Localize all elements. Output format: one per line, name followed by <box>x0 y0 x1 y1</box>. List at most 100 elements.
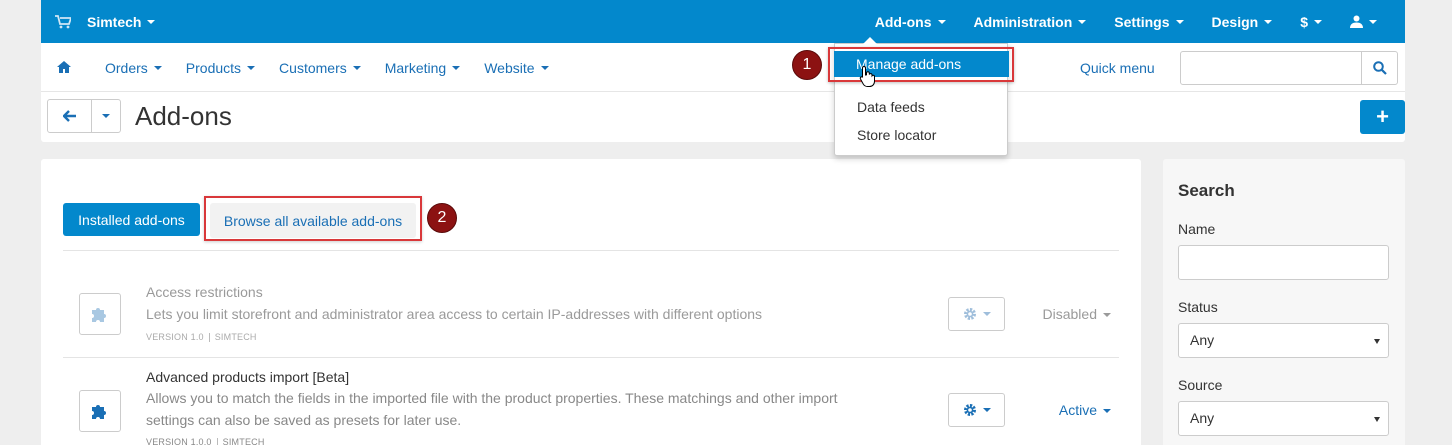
chevron-down-icon <box>982 408 991 412</box>
addon-icon-box <box>79 390 121 432</box>
addon-name[interactable]: Advanced products import [Beta] <box>146 369 349 385</box>
chevron-down-icon <box>1264 19 1273 24</box>
addon-status-dropdown[interactable]: Disabled <box>1043 306 1111 322</box>
top-nav-label: $ <box>1300 13 1308 30</box>
search-icon <box>1372 61 1387 75</box>
top-nav: Add-ons Administration Settings Design $ <box>861 0 1405 43</box>
chevron-down-icon <box>1175 19 1184 24</box>
addon-version: VERSION 1.0 <box>146 332 204 342</box>
global-search <box>1180 51 1398 85</box>
top-nav-design[interactable]: Design <box>1198 0 1287 43</box>
addon-status: Active <box>1058 402 1097 418</box>
chevron-down-icon <box>1369 19 1377 24</box>
top-nav-administration[interactable]: Administration <box>960 0 1101 43</box>
addon-version: VERSION 1.0.0 <box>146 437 212 445</box>
step-badge-2: 2 <box>427 203 457 233</box>
top-nav-label: Administration <box>973 13 1073 30</box>
hand-cursor-icon <box>859 65 875 87</box>
nav-website[interactable]: Website <box>472 43 560 92</box>
top-nav-settings[interactable]: Settings <box>1100 0 1197 43</box>
chevron-down-icon <box>153 65 162 70</box>
main-nav: Orders Products Customers Marketing Webs… <box>93 43 561 92</box>
addon-vendor: SIMTECH <box>214 332 257 342</box>
global-search-input[interactable] <box>1181 52 1361 84</box>
divider <box>63 357 1119 358</box>
divider <box>63 250 1119 251</box>
top-bar: Simtech Add-ons Administration Settings … <box>41 0 1405 43</box>
step-badge-1: 1 <box>792 50 822 80</box>
highlight-box-browse-addons <box>204 196 422 241</box>
user-icon <box>1350 15 1363 28</box>
menu-item-data-feeds[interactable]: Data feeds <box>835 94 1007 120</box>
chevron-down-icon <box>982 312 991 316</box>
nav-orders[interactable]: Orders <box>93 43 174 92</box>
status-label: Status <box>1178 299 1218 315</box>
addon-description: Allows you to match the fields in the im… <box>146 387 886 431</box>
plus-icon: + <box>1376 104 1389 129</box>
addon-description: Lets you limit storefront and administra… <box>146 306 763 322</box>
top-nav-label: Add-ons <box>874 13 932 30</box>
top-nav-label: Settings <box>1114 13 1170 30</box>
source-select[interactable]: Any <box>1178 401 1389 436</box>
nav-label: Orders <box>105 59 148 76</box>
chevron-down-icon <box>1103 313 1111 318</box>
history-dropdown-button[interactable] <box>92 100 120 132</box>
source-select-value: Any <box>1190 410 1215 426</box>
chevron-down-icon <box>352 65 361 70</box>
select-arrow-icon <box>1374 417 1380 422</box>
add-addon-button[interactable]: + <box>1360 100 1405 134</box>
gear-icon <box>963 404 976 416</box>
addon-settings-button[interactable] <box>948 297 1005 331</box>
dropdown-arrow <box>863 37 877 44</box>
nav-marketing[interactable]: Marketing <box>373 43 472 92</box>
gear-icon <box>963 308 976 320</box>
store-switcher[interactable]: Simtech <box>55 0 156 43</box>
chevron-down-icon <box>102 114 111 118</box>
top-nav-label: Design <box>1211 13 1259 30</box>
tab-installed-addons[interactable]: Installed add-ons <box>63 203 200 236</box>
quick-menu-link[interactable]: Quick menu <box>1080 60 1155 76</box>
chevron-down-icon <box>1078 19 1087 24</box>
name-field[interactable] <box>1178 245 1389 280</box>
meta-divider <box>208 333 210 343</box>
highlight-box-manage-addons <box>828 47 1014 82</box>
title-bar: Add-ons + <box>41 92 1405 142</box>
admin-header: Simtech Add-ons Administration Settings … <box>41 0 1405 142</box>
store-name: Simtech <box>87 13 142 30</box>
addon-icon-box <box>79 293 121 335</box>
source-label: Source <box>1178 377 1223 393</box>
addon-meta: VERSION 1.0 SIMTECH <box>146 332 257 343</box>
select-arrow-icon <box>1374 339 1380 344</box>
status-select[interactable]: Any <box>1178 323 1389 358</box>
home-icon[interactable] <box>57 60 71 74</box>
top-nav-currency[interactable]: $ <box>1286 0 1336 43</box>
nav-customers[interactable]: Customers <box>267 43 373 92</box>
cart-icon <box>55 14 71 28</box>
top-nav-user[interactable] <box>1336 0 1405 43</box>
nav-products[interactable]: Products <box>174 43 267 92</box>
addon-settings-button[interactable] <box>948 393 1005 427</box>
chevron-down-icon <box>1103 409 1111 414</box>
nav-label: Customers <box>279 59 347 76</box>
addon-status-dropdown[interactable]: Active <box>1059 402 1111 418</box>
chevron-down-icon <box>937 19 946 24</box>
addon-status: Disabled <box>1042 306 1097 322</box>
main-nav-bar: Orders Products Customers Marketing Webs… <box>41 43 1405 92</box>
search-button[interactable] <box>1361 52 1397 84</box>
addon-name[interactable]: Access restrictions <box>146 284 263 300</box>
status-select-value: Any <box>1190 332 1215 348</box>
back-button[interactable] <box>48 100 93 132</box>
nav-label: Website <box>484 59 535 76</box>
description-line: Allows you to match the fields in the im… <box>146 390 838 406</box>
page-title: Add-ons <box>135 101 232 131</box>
search-sidebar: Search Name Status Any Source Any <box>1163 159 1405 445</box>
puzzle-icon <box>92 405 106 419</box>
chevron-down-icon <box>147 19 156 24</box>
menu-item-store-locator[interactable]: Store locator <box>835 122 1007 148</box>
chevron-down-icon <box>452 65 461 70</box>
nav-label: Marketing <box>384 59 447 76</box>
chevron-down-icon <box>1314 19 1322 24</box>
sidebar-title: Search <box>1178 181 1235 200</box>
chevron-down-icon <box>540 65 549 70</box>
description-line: settings can also be saved as presets fo… <box>146 412 462 428</box>
